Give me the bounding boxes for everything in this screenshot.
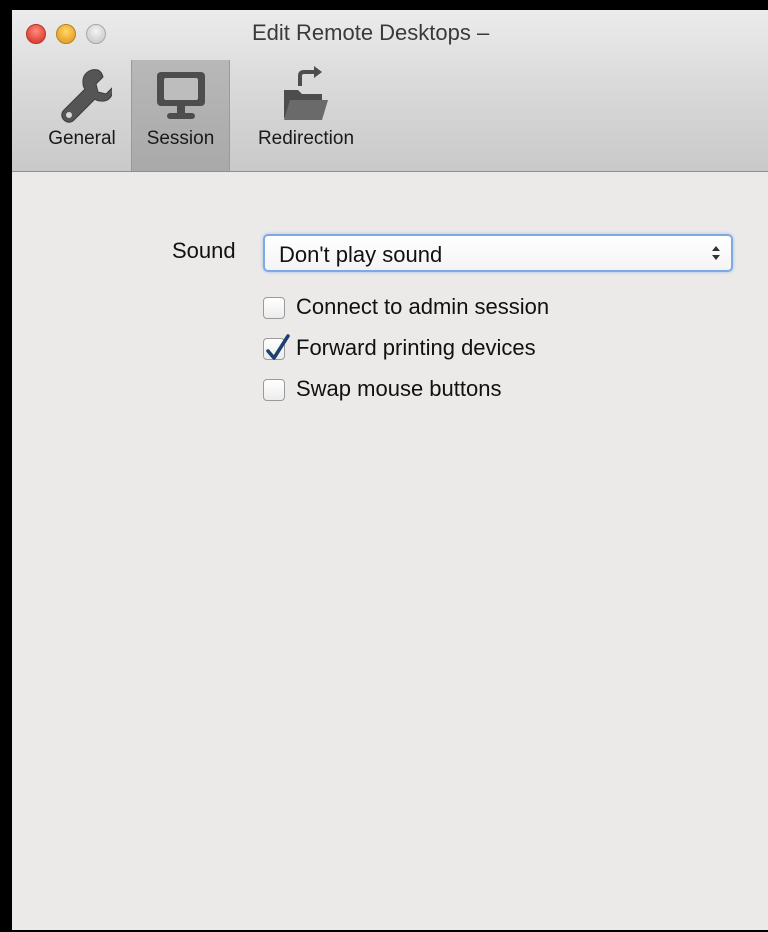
preferences-window: Edit Remote Desktops – General Session R… <box>12 10 768 930</box>
sound-select[interactable]: Don't play sound <box>263 234 733 272</box>
select-arrows-icon <box>711 242 721 264</box>
swap-mouse-label: Swap mouse buttons <box>296 376 502 401</box>
tab-general[interactable]: General <box>32 60 132 171</box>
folder-redirect-icon <box>278 64 334 131</box>
close-button[interactable] <box>26 24 46 44</box>
zoom-button[interactable] <box>86 24 106 44</box>
window-title: Edit Remote Desktops – <box>252 20 490 45</box>
tab-redirection-label: Redirection <box>257 128 355 149</box>
admin-session-label: Connect to admin session <box>296 294 550 319</box>
forward-printing-checkbox[interactable] <box>263 334 290 360</box>
swap-mouse-checkbox[interactable] <box>263 379 285 401</box>
tab-session-label: Session <box>146 128 215 149</box>
toolbar: Edit Remote Desktops – General Session R… <box>12 10 768 172</box>
sound-select-value: Don't play sound <box>279 242 443 267</box>
forward-printing-label: Forward printing devices <box>296 335 536 360</box>
tab-general-label: General <box>48 128 116 149</box>
sound-label: Sound <box>172 238 236 263</box>
admin-session-checkbox[interactable] <box>263 297 285 319</box>
session-panel: Sound Don't play sound Connect to admin … <box>12 172 768 930</box>
minimize-button[interactable] <box>56 24 76 44</box>
monitor-icon <box>153 64 209 129</box>
checkmark-icon <box>266 334 290 360</box>
tab-session[interactable]: Session <box>131 60 230 171</box>
wrench-icon <box>52 64 114 131</box>
tab-redirection[interactable]: Redirection <box>244 60 368 171</box>
